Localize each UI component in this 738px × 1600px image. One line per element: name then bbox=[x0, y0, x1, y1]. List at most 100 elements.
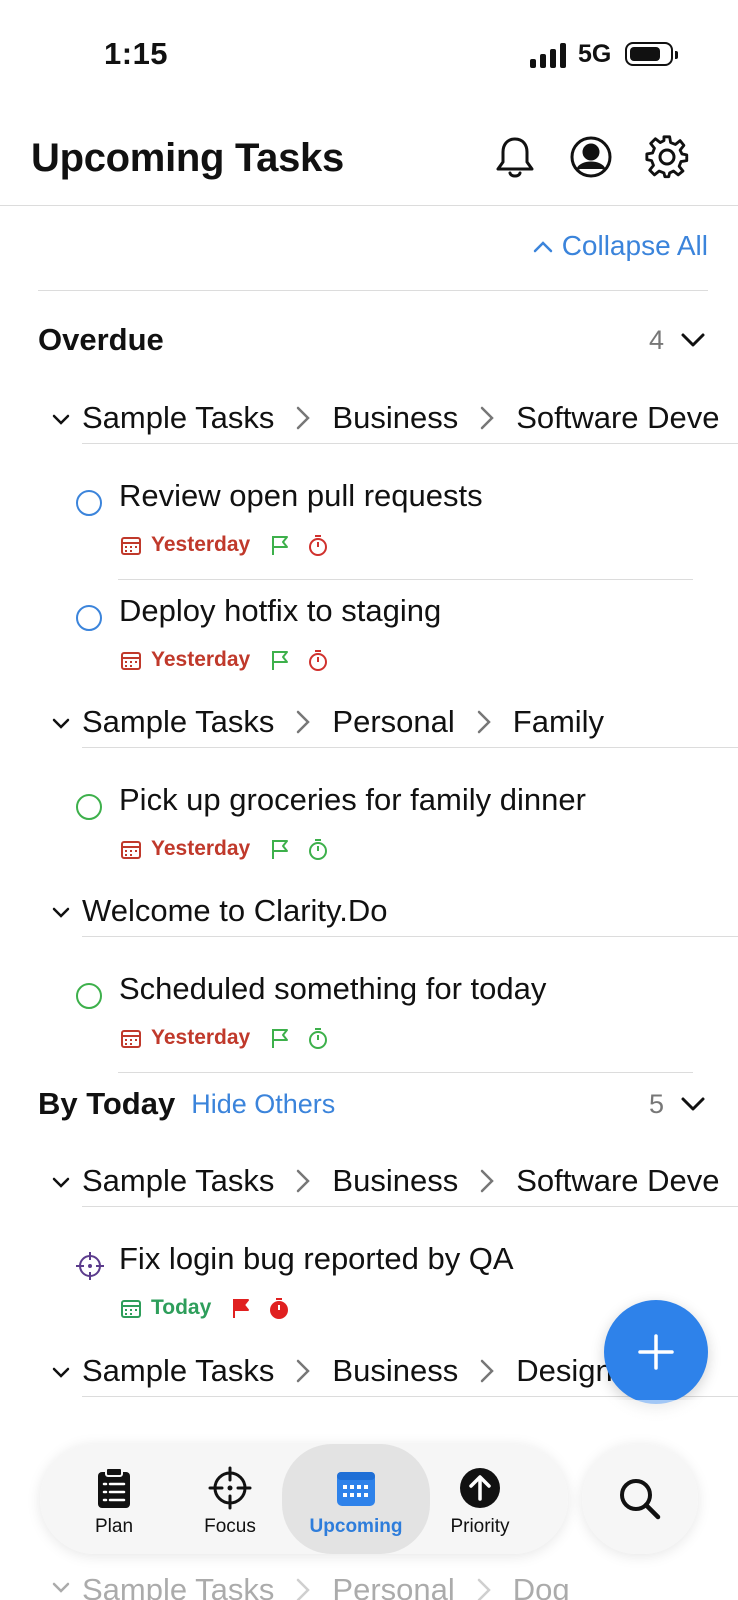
task-checkbox[interactable] bbox=[76, 794, 102, 820]
chevron-right-icon bbox=[297, 406, 311, 430]
section-count: 4 bbox=[648, 324, 664, 355]
flag-icon bbox=[272, 1029, 289, 1048]
section-overdue[interactable]: Overdue 4 bbox=[38, 315, 708, 365]
status-time: 1:15 bbox=[104, 36, 169, 71]
arrow-up-circle-icon bbox=[460, 1468, 500, 1508]
tab-label: Upcoming bbox=[309, 1516, 403, 1537]
breadcrumb: Sample Tasks Business Software Deve bbox=[82, 400, 738, 436]
divider bbox=[82, 747, 738, 748]
breadcrumb: Welcome to Clarity.Do bbox=[82, 893, 738, 929]
chevron-down-icon[interactable] bbox=[678, 325, 708, 355]
tab-plan[interactable]: Plan bbox=[54, 1444, 174, 1554]
group-header: Sample Tasks Personal Dog bbox=[0, 1570, 738, 1600]
status-bar: 1:15 5G bbox=[0, 0, 738, 110]
collapse-all-button[interactable]: Collapse All bbox=[532, 230, 708, 262]
task-meta: Yesterday bbox=[119, 1025, 330, 1051]
add-task-button[interactable] bbox=[604, 1300, 708, 1404]
task-checkbox[interactable] bbox=[76, 490, 102, 516]
chevron-right-icon bbox=[480, 406, 494, 430]
section-count: 5 bbox=[648, 1088, 664, 1119]
chevron-down-icon[interactable] bbox=[50, 408, 72, 430]
task-item[interactable]: Review open pull requests Yesterday bbox=[0, 470, 738, 580]
task-title: Fix login bug reported by QA bbox=[119, 1241, 514, 1276]
breadcrumb: Sample Tasks Personal Family bbox=[82, 704, 738, 740]
breadcrumb: Sample Tasks Personal Dog bbox=[82, 1572, 738, 1600]
task-item[interactable]: Scheduled something for today Yesterday bbox=[0, 963, 738, 1073]
tab-focus[interactable]: Focus bbox=[170, 1444, 290, 1554]
breadcrumb-item: Welcome to Clarity.Do bbox=[82, 893, 388, 928]
group-header[interactable]: Welcome to Clarity.Do bbox=[0, 885, 738, 937]
breadcrumb-item: Sample Tasks bbox=[82, 400, 275, 435]
chevron-down-icon[interactable] bbox=[50, 1171, 72, 1193]
breadcrumb-item: Software Deve bbox=[516, 400, 720, 435]
section-title: By Today bbox=[38, 1086, 176, 1121]
due-date: Yesterday bbox=[151, 648, 251, 671]
calendar-icon bbox=[121, 1030, 141, 1048]
chevron-up-icon bbox=[533, 241, 552, 253]
calendar-icon bbox=[337, 1472, 375, 1506]
task-meta: Yesterday bbox=[119, 647, 330, 673]
breadcrumb-item: Dog bbox=[512, 1572, 570, 1600]
breadcrumb-item: Business bbox=[332, 400, 459, 435]
tab-upcoming[interactable]: Upcoming bbox=[282, 1444, 430, 1554]
tab-label: Priority bbox=[450, 1516, 510, 1537]
calendar-icon bbox=[121, 841, 141, 859]
app-header: Upcoming Tasks bbox=[0, 120, 738, 206]
chevron-right-icon bbox=[297, 1169, 311, 1193]
task-checkbox[interactable] bbox=[76, 983, 102, 1009]
flag-icon bbox=[272, 651, 289, 670]
page-title: Upcoming Tasks bbox=[31, 136, 344, 180]
tab-priority[interactable]: Priority bbox=[420, 1444, 540, 1554]
task-title: Pick up groceries for family dinner bbox=[119, 782, 586, 817]
collapse-all-label: Collapse All bbox=[561, 230, 708, 261]
breadcrumb-item: Sample Tasks bbox=[82, 1353, 275, 1388]
chevron-down-icon[interactable] bbox=[50, 712, 72, 734]
search-icon bbox=[620, 1479, 661, 1520]
divider bbox=[118, 1072, 693, 1073]
battery-icon bbox=[625, 42, 678, 66]
task-meta: Yesterday bbox=[119, 532, 330, 558]
section-title: Overdue bbox=[38, 322, 164, 357]
divider bbox=[38, 290, 708, 291]
calendar-icon bbox=[121, 652, 141, 670]
flag-icon bbox=[272, 536, 289, 555]
gear-icon[interactable] bbox=[644, 134, 690, 180]
tab-bar: Plan Focus Upcoming Priority bbox=[40, 1444, 568, 1554]
timer-icon bbox=[309, 1028, 328, 1049]
breadcrumb-item: Family bbox=[512, 704, 605, 739]
clipboard-list-icon bbox=[98, 1467, 130, 1508]
group-header[interactable]: Sample Tasks Business Software Deve bbox=[0, 1155, 738, 1207]
group-header[interactable]: Sample Tasks Personal Family bbox=[0, 696, 738, 748]
chevron-down-icon bbox=[52, 1582, 70, 1593]
collapse-row: Collapse All bbox=[0, 220, 738, 291]
timer-icon bbox=[309, 839, 328, 860]
signal-icon bbox=[530, 42, 568, 68]
search-button[interactable] bbox=[582, 1444, 698, 1554]
hide-others-button[interactable]: Hide Others bbox=[191, 1089, 335, 1120]
target-icon[interactable] bbox=[74, 1250, 106, 1282]
chevron-right-icon bbox=[297, 1359, 311, 1383]
due-date: Yesterday bbox=[151, 533, 251, 556]
chevron-down-icon[interactable] bbox=[50, 1361, 72, 1383]
breadcrumb-item: Personal bbox=[332, 1572, 455, 1600]
divider bbox=[82, 936, 738, 937]
task-title: Review open pull requests bbox=[119, 478, 483, 513]
flag-icon bbox=[233, 1299, 250, 1318]
group-header[interactable]: Sample Tasks Business Software Deve bbox=[0, 392, 738, 444]
chevron-down-icon[interactable] bbox=[678, 1089, 708, 1119]
chevron-down-icon[interactable] bbox=[50, 901, 72, 923]
tab-label: Focus bbox=[204, 1516, 256, 1537]
crosshair-icon bbox=[208, 1466, 252, 1510]
task-item[interactable]: Pick up groceries for family dinner Yest… bbox=[0, 774, 738, 884]
breadcrumb-item: Software Deve bbox=[516, 1163, 720, 1198]
task-checkbox[interactable] bbox=[76, 605, 102, 631]
timer-icon bbox=[309, 535, 328, 556]
bell-icon[interactable] bbox=[492, 134, 538, 180]
task-meta: Today bbox=[119, 1295, 291, 1321]
profile-icon[interactable] bbox=[568, 134, 614, 180]
plus-icon bbox=[638, 1334, 674, 1370]
chevron-right-icon bbox=[480, 1169, 494, 1193]
task-item[interactable]: Deploy hotfix to staging Yesterday bbox=[0, 585, 738, 695]
due-date: Yesterday bbox=[151, 1026, 251, 1049]
section-by-today[interactable]: By Today Hide Others 5 bbox=[38, 1079, 708, 1129]
